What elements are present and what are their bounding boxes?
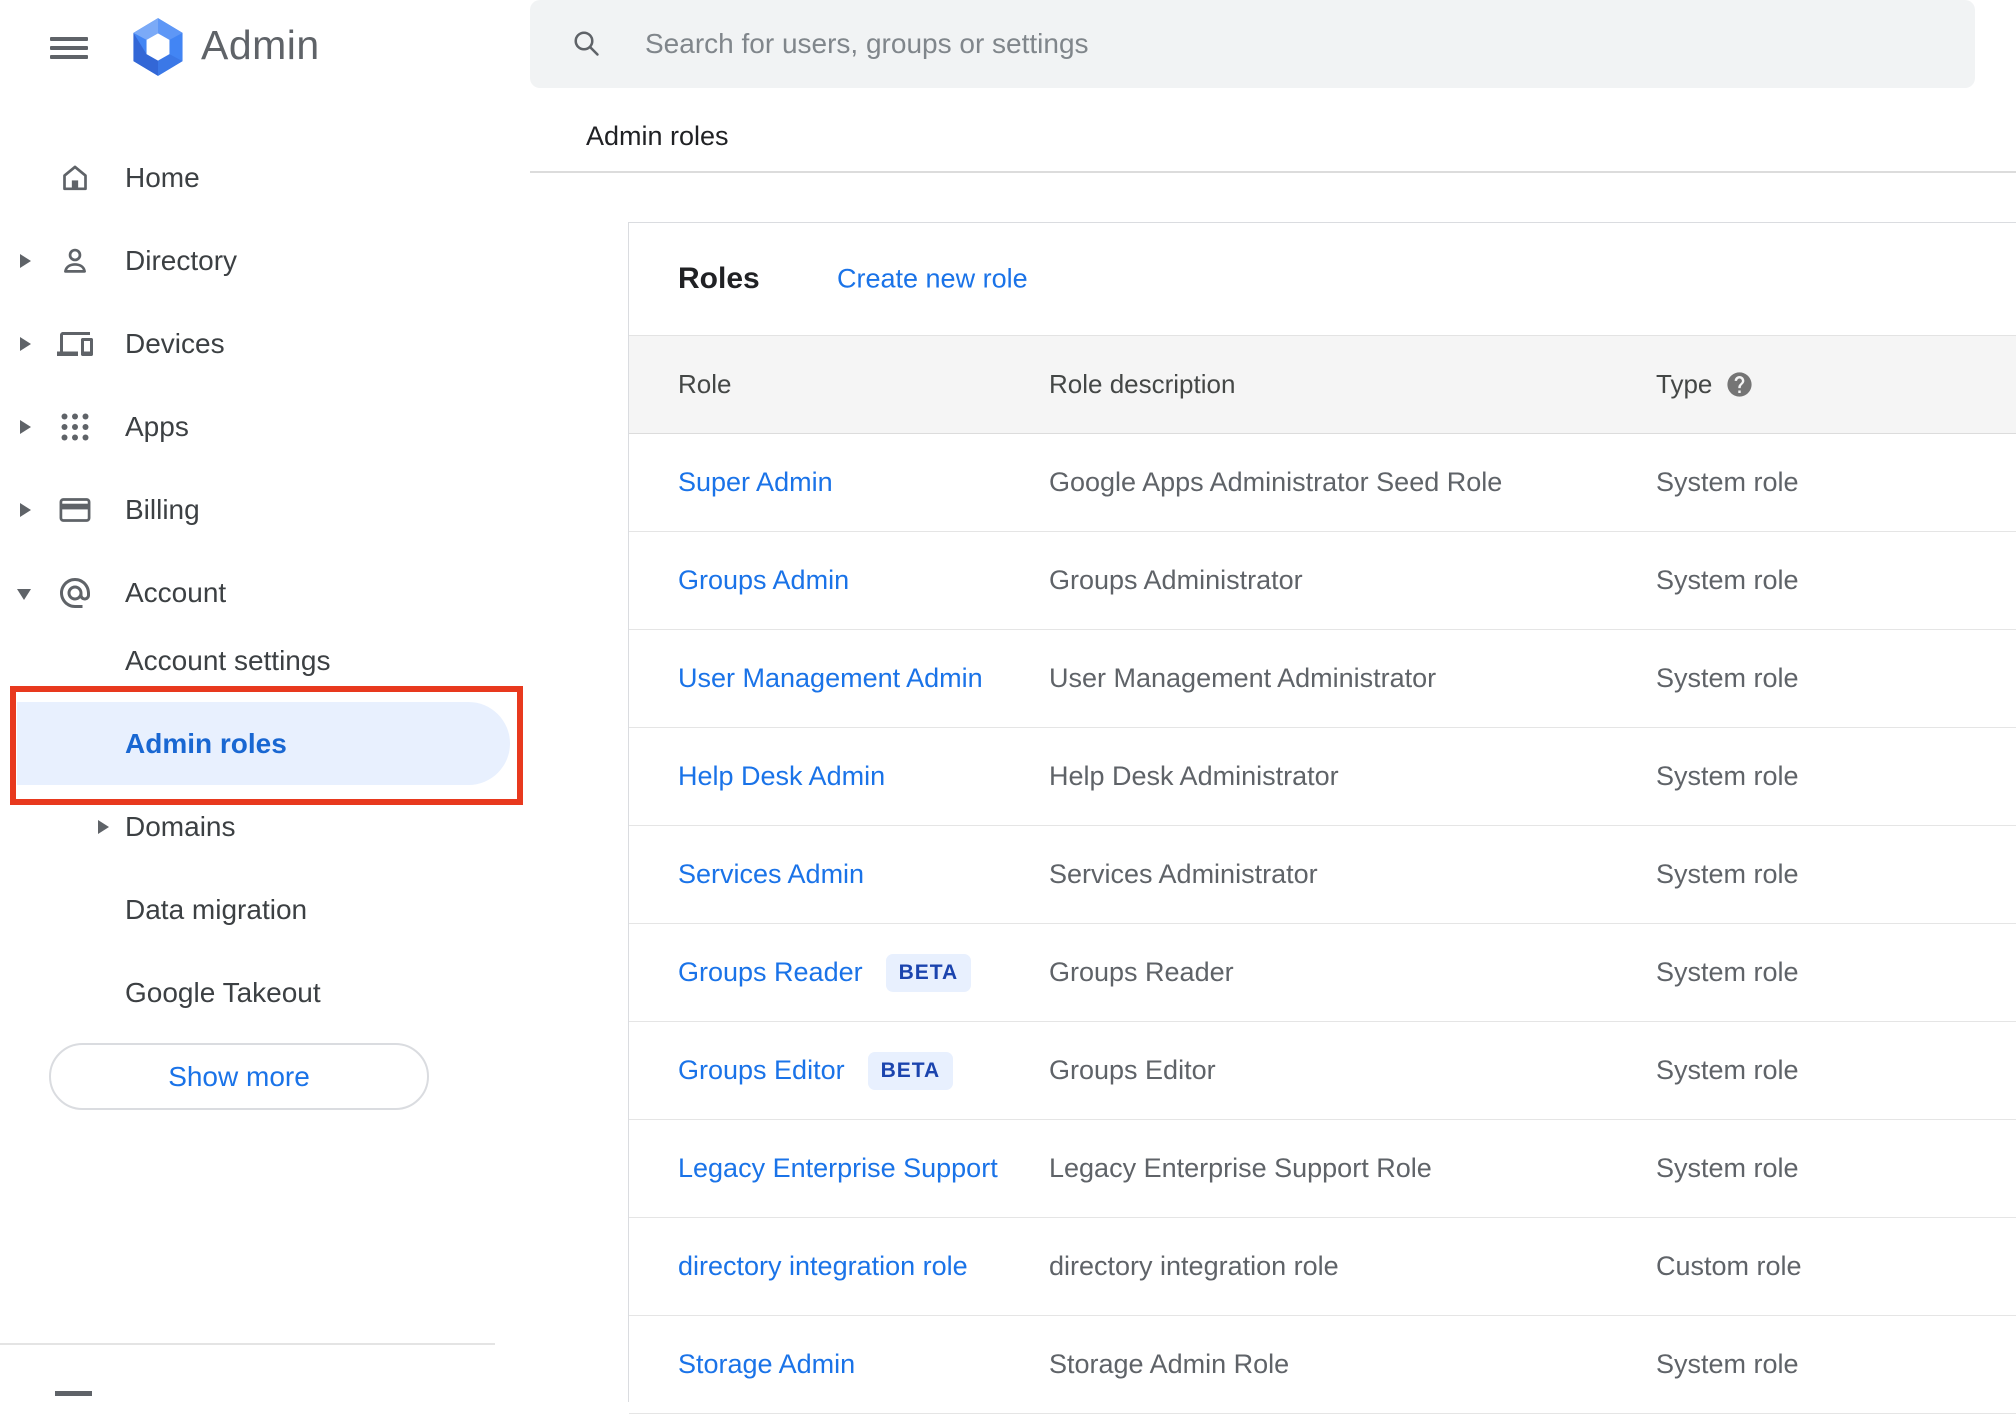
home-icon xyxy=(57,160,93,196)
role-type: System role xyxy=(1656,467,1799,497)
table-header-row: Role Role description Type xyxy=(629,335,2016,434)
sidebar-item-label: Account settings xyxy=(125,644,331,676)
sidebar-item-label: Data migration xyxy=(125,893,308,925)
table-row: Groups Admin Groups Administrator System… xyxy=(629,532,2016,630)
devices-icon xyxy=(57,326,93,362)
table-row: Legacy Enterprise Support Legacy Enterpr… xyxy=(629,1120,2016,1218)
role-link[interactable]: Groups Reader xyxy=(678,957,863,988)
role-link[interactable]: Groups Editor xyxy=(678,1055,845,1086)
role-description: Storage Admin Role xyxy=(1049,1349,1290,1379)
sidebar-item-label: Apps xyxy=(125,410,189,442)
sidebar-item-label: Google Takeout xyxy=(125,976,321,1008)
sidebar-item-label: Billing xyxy=(125,493,200,525)
role-type: System role xyxy=(1656,1153,1799,1183)
chevron-right-icon[interactable] xyxy=(20,336,31,351)
role-description: Groups Administrator xyxy=(1049,565,1303,595)
role-type: System role xyxy=(1656,859,1799,889)
sidebar-item-label: Directory xyxy=(125,244,238,276)
role-description: Groups Reader xyxy=(1049,957,1234,987)
help-icon[interactable] xyxy=(1725,370,1754,399)
table-row: directory integration role directory int… xyxy=(629,1218,2016,1316)
partial-bottom-icon xyxy=(55,1391,92,1396)
sidebar-account-subnav: Account settings Admin roles Domains Data m… xyxy=(0,619,530,1034)
role-description: Legacy Enterprise Support Role xyxy=(1049,1153,1432,1183)
create-new-role-link[interactable]: Create new role xyxy=(837,264,1028,295)
role-description: Services Administrator xyxy=(1049,859,1318,889)
hamburger-menu-icon[interactable] xyxy=(50,37,88,59)
column-header-type: Type xyxy=(1656,369,1713,399)
role-link[interactable]: Super Admin xyxy=(678,467,833,498)
sidebar-nav: Home Directory Devices Apps Billing Account xyxy=(0,136,530,634)
role-link[interactable]: Services Admin xyxy=(678,859,864,890)
person-icon xyxy=(57,243,93,279)
role-description: directory integration role xyxy=(1049,1251,1339,1281)
chevron-right-icon[interactable] xyxy=(20,502,31,517)
role-type: System role xyxy=(1656,957,1799,987)
column-header-role: Role xyxy=(678,369,732,399)
sidebar-item-devices[interactable]: Devices xyxy=(0,302,530,385)
role-type: System role xyxy=(1656,1349,1799,1379)
role-description: Google Apps Administrator Seed Role xyxy=(1049,467,1503,497)
app-title: Admin xyxy=(201,22,320,68)
role-type: System role xyxy=(1656,761,1799,791)
table-row: Help Desk Admin Help Desk Administrator … xyxy=(629,728,2016,826)
sidebar-item-data-migration[interactable]: Data migration xyxy=(0,868,530,951)
sidebar-item-apps[interactable]: Apps xyxy=(0,385,530,468)
roles-panel-header: Roles Create new role xyxy=(629,223,2016,335)
beta-badge: BETA xyxy=(885,953,972,992)
search-bar[interactable]: Search for users, groups or settings xyxy=(530,0,1975,88)
role-link[interactable]: Storage Admin xyxy=(678,1349,855,1380)
sidebar: Admin Home Directory Devices Apps Billing Acc… xyxy=(0,0,530,1396)
chevron-right-icon[interactable] xyxy=(98,819,109,834)
table-row: Services Admin Services Administrator Sy… xyxy=(629,826,2016,924)
show-more-button[interactable]: Show more xyxy=(49,1043,429,1110)
roles-panel: Roles Create new role Role Role descript… xyxy=(628,222,2016,1414)
role-description: User Management Administrator xyxy=(1049,663,1437,693)
role-link[interactable]: Groups Admin xyxy=(678,565,849,596)
breadcrumb: Admin roles xyxy=(586,121,729,151)
role-type: Custom role xyxy=(1656,1251,1802,1281)
admin-logo-icon xyxy=(129,17,187,77)
column-header-description: Role description xyxy=(1049,369,1236,399)
beta-badge: BETA xyxy=(867,1051,954,1090)
table-row: User Management Admin User Management Ad… xyxy=(629,630,2016,728)
annotation-highlight-box xyxy=(10,686,523,805)
sidebar-item-label: Home xyxy=(125,161,200,193)
sidebar-item-label: Devices xyxy=(125,327,225,359)
role-type: System role xyxy=(1656,663,1799,693)
sidebar-item-home[interactable]: Home xyxy=(0,136,530,219)
sidebar-item-label: Account xyxy=(125,576,227,608)
page-title: Roles xyxy=(678,262,760,295)
search-input[interactable]: Search for users, groups or settings xyxy=(645,0,1089,88)
sidebar-item-label: Domains xyxy=(125,810,236,842)
role-type: System role xyxy=(1656,565,1799,595)
at-icon xyxy=(57,575,93,611)
sidebar-divider xyxy=(0,1343,495,1345)
role-description: Groups Editor xyxy=(1049,1055,1216,1085)
table-row: Groups Reader BETA Groups Reader System … xyxy=(629,924,2016,1022)
table-row: Storage Admin Storage Admin Role System … xyxy=(629,1316,2016,1414)
chevron-down-icon[interactable] xyxy=(17,588,31,600)
sidebar-item-google-takeout[interactable]: Google Takeout xyxy=(0,951,530,1034)
sidebar-item-directory[interactable]: Directory xyxy=(0,219,530,302)
role-link[interactable]: User Management Admin xyxy=(678,663,983,694)
search-icon xyxy=(570,27,602,59)
role-link[interactable]: directory integration role xyxy=(678,1251,968,1282)
billing-icon xyxy=(57,492,93,528)
apps-icon xyxy=(57,409,93,445)
role-type: System role xyxy=(1656,1055,1799,1085)
role-link[interactable]: Legacy Enterprise Support xyxy=(678,1153,998,1184)
role-description: Help Desk Administrator xyxy=(1049,761,1339,791)
chevron-right-icon[interactable] xyxy=(20,419,31,434)
roles-table-body: Super Admin Google Apps Administrator Se… xyxy=(629,434,2016,1414)
sidebar-item-billing[interactable]: Billing xyxy=(0,468,530,551)
table-row: Groups Editor BETA Groups Editor System … xyxy=(629,1022,2016,1120)
header-divider xyxy=(530,171,2016,173)
chevron-right-icon[interactable] xyxy=(20,253,31,268)
table-row: Super Admin Google Apps Administrator Se… xyxy=(629,434,2016,532)
role-link[interactable]: Help Desk Admin xyxy=(678,761,885,792)
